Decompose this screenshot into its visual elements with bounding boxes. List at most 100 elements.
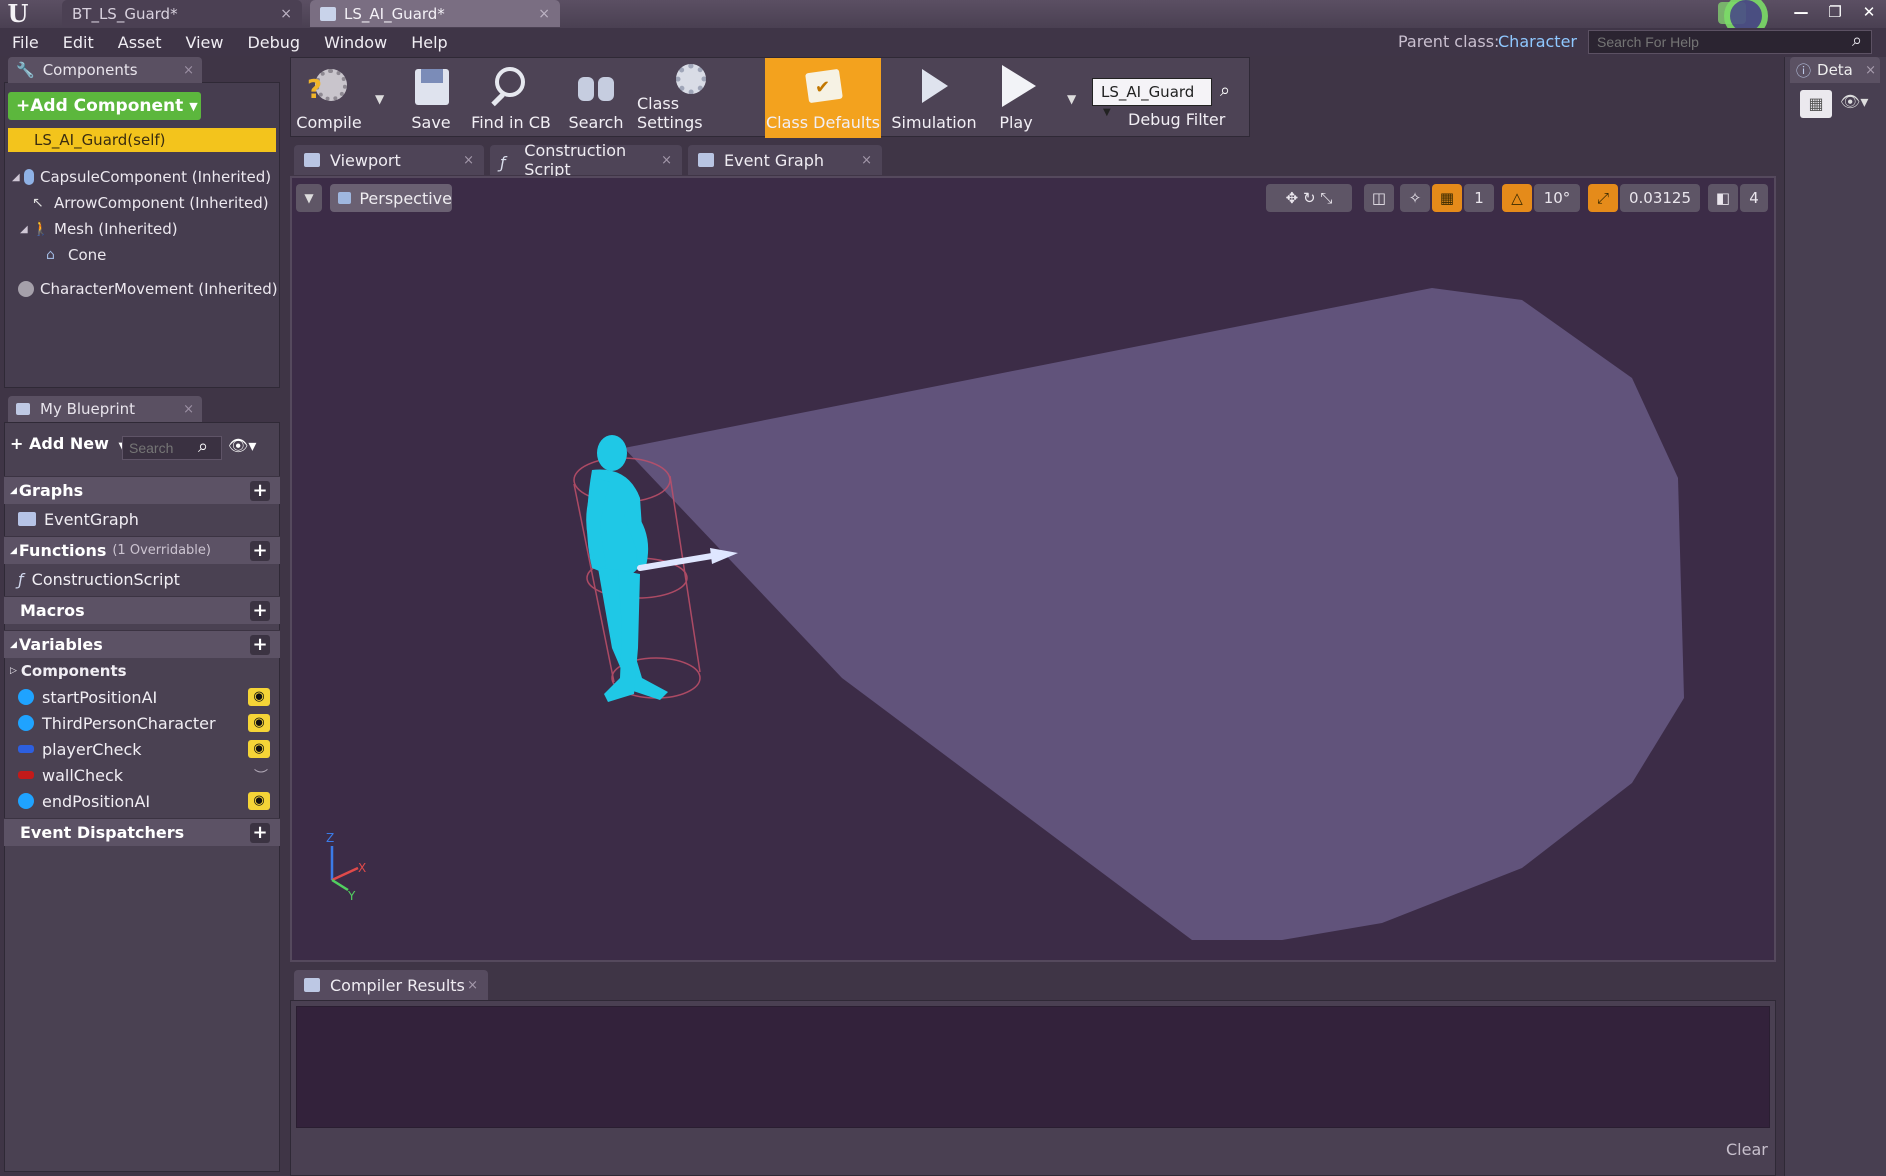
grid-size-value[interactable]: 1 (1464, 184, 1494, 212)
surface-snap-icon[interactable]: ✧ (1400, 184, 1430, 212)
menu-debug[interactable]: Debug (247, 33, 300, 52)
expand-arrow-icon[interactable]: ◢ (20, 224, 32, 235)
visibility-eye-closed-icon[interactable]: ︶ (254, 766, 268, 786)
section-graphs[interactable]: ◢ Graphs + (4, 476, 280, 504)
component-character-movement[interactable]: CharacterMovement (Inherited) (18, 276, 278, 302)
scale-icon[interactable]: ⤡ (1320, 189, 1332, 207)
world-local-toggle-icon[interactable]: ◫ (1364, 184, 1394, 212)
component-cone[interactable]: ⌂ Cone (46, 242, 106, 268)
viewport-canvas[interactable]: Z X Y (290, 176, 1776, 962)
tab-event-graph[interactable]: Event Graph × (688, 145, 882, 175)
component-arrow[interactable]: ↖ ArrowComponent (Inherited) (32, 190, 269, 216)
menu-asset[interactable]: Asset (118, 33, 162, 52)
search-icon[interactable]: ⌕ (1852, 30, 1874, 52)
play-button[interactable]: Play (985, 58, 1047, 138)
compile-options-arrow-icon[interactable]: ▼ (375, 92, 384, 106)
add-variable-button[interactable]: + (250, 635, 270, 655)
close-tab-icon[interactable]: × (661, 153, 672, 168)
menu-edit[interactable]: Edit (63, 33, 94, 52)
close-tab-icon[interactable]: × (467, 978, 478, 993)
add-macro-button[interactable]: + (250, 601, 270, 621)
section-variables[interactable]: ◢ Variables + (4, 630, 280, 658)
parent-class-link[interactable]: Character (1498, 32, 1577, 51)
close-tab-icon[interactable]: × (1865, 63, 1876, 78)
grid-snap-icon[interactable]: ▦ (1432, 184, 1462, 212)
menu-view[interactable]: View (186, 33, 224, 52)
rotation-snap-value[interactable]: 10° (1534, 184, 1580, 212)
help-search-input[interactable] (1588, 30, 1872, 54)
menu-window[interactable]: Window (324, 33, 387, 52)
details-tab[interactable]: ⓘ Deta × (1790, 57, 1880, 83)
add-new-button[interactable]: + Add New ▼ (10, 434, 126, 460)
add-event-dispatcher-button[interactable]: + (250, 823, 270, 843)
document-tab-ls-ai-guard[interactable]: LS_AI_Guard* × (310, 0, 560, 27)
document-tab-bt-ls-guard[interactable]: BT_LS_Guard* × (62, 0, 302, 27)
find-in-cb-button[interactable]: Find in CB (467, 58, 555, 138)
play-options-arrow-icon[interactable]: ▼ (1067, 92, 1076, 106)
property-matrix-icon[interactable]: ▦ (1800, 90, 1832, 118)
perspective-view-button[interactable]: Perspective (330, 184, 452, 212)
minimize-button[interactable]: — (1784, 0, 1818, 24)
search-button[interactable]: Search (561, 58, 631, 138)
rotation-snap-icon[interactable]: △ (1502, 184, 1532, 212)
my-blueprint-tab[interactable]: My Blueprint × (8, 396, 202, 422)
expand-arrow-icon[interactable]: ◢ (12, 172, 24, 183)
rotate-icon[interactable]: ↻ (1303, 189, 1316, 207)
unreal-logo-icon[interactable]: U (4, 0, 32, 28)
search-icon[interactable]: ⌕ (198, 436, 208, 457)
viewport-options-button[interactable]: ▼ (296, 184, 322, 212)
view-options-eye-icon[interactable]: 👁▾ (1840, 92, 1868, 111)
scale-snap-icon[interactable]: ⤢ (1588, 184, 1618, 212)
debug-search-icon[interactable]: ⌕ (1220, 80, 1230, 101)
section-functions[interactable]: ◢ Functions (1 Overridable) + (4, 536, 280, 564)
scale-snap-value[interactable]: 0.03125 (1620, 184, 1700, 212)
add-component-button[interactable]: +Add Component ▼ (8, 92, 201, 120)
visibility-eye-icon[interactable]: ◉ (248, 714, 270, 732)
translate-icon[interactable]: ✥ (1286, 189, 1299, 207)
class-settings-button[interactable]: Class Settings (637, 58, 743, 138)
section-event-dispatchers[interactable]: Event Dispatchers + (4, 818, 280, 846)
close-tab-icon[interactable]: × (183, 63, 194, 78)
variable-player-check[interactable]: playerCheck ◉ (4, 736, 280, 762)
graph-item-eventgraph[interactable]: EventGraph (4, 506, 280, 532)
save-button[interactable]: Save (401, 58, 461, 138)
variable-third-person-character[interactable]: ThirdPersonCharacter ◉ (4, 710, 280, 736)
component-mesh[interactable]: ◢ 🚶 Mesh (Inherited) (20, 216, 178, 242)
debug-filter-select[interactable]: LS_AI_Guard ▼ (1092, 78, 1212, 118)
variable-start-position-ai[interactable]: startPositionAI ◉ (4, 684, 280, 710)
variable-wall-check[interactable]: wallCheck ︶ (4, 762, 280, 788)
clear-button[interactable]: Clear (1726, 1140, 1768, 1159)
camera-speed-icon[interactable]: ◧ (1708, 184, 1738, 212)
add-function-button[interactable]: + (250, 541, 270, 561)
transform-tools-group[interactable]: ✥ ↻ ⤡ (1266, 184, 1352, 212)
close-tab-icon[interactable]: × (861, 153, 872, 168)
visibility-eye-icon[interactable]: ◉ (248, 688, 270, 706)
tab-construction-script[interactable]: ƒ Construction Script × (490, 141, 682, 179)
variable-end-position-ai[interactable]: endPositionAI ◉ (4, 788, 280, 814)
component-capsule[interactable]: ◢ CapsuleComponent (Inherited) (12, 164, 271, 190)
add-graph-button[interactable]: + (250, 481, 270, 501)
component-self[interactable]: LS_AI_Guard(self) (8, 128, 276, 152)
components-tab[interactable]: 🔧 Components × (8, 57, 202, 83)
close-tab-icon[interactable]: × (463, 153, 474, 168)
simulation-button[interactable]: Simulation (891, 58, 977, 138)
restore-button[interactable]: ❐ (1818, 0, 1852, 24)
forward-arrow-component[interactable] (637, 548, 738, 571)
vision-cone-mesh[interactable] (624, 288, 1684, 940)
close-tab-icon[interactable]: × (183, 402, 194, 417)
close-tab-icon[interactable]: × (280, 6, 292, 22)
menu-file[interactable]: File (12, 33, 39, 52)
compile-button[interactable]: ? Compile (291, 58, 367, 138)
compiler-results-tab[interactable]: Compiler Results × (294, 970, 488, 1000)
camera-speed-value[interactable]: 4 (1740, 184, 1768, 212)
close-tab-icon[interactable]: × (538, 6, 550, 22)
tab-viewport[interactable]: Viewport × (294, 145, 484, 175)
class-defaults-button[interactable]: ✔ Class Defaults (765, 58, 881, 138)
variables-group-components[interactable]: ▷ Components (4, 658, 280, 684)
function-item-constructionscript[interactable]: ƒ ConstructionScript (4, 566, 280, 592)
section-macros[interactable]: Macros + (4, 596, 280, 624)
menu-help[interactable]: Help (411, 33, 447, 52)
close-window-button[interactable]: ✕ (1852, 0, 1886, 24)
visibility-eye-icon[interactable]: ◉ (248, 740, 270, 758)
visibility-eye-icon[interactable]: ◉ (248, 792, 270, 810)
